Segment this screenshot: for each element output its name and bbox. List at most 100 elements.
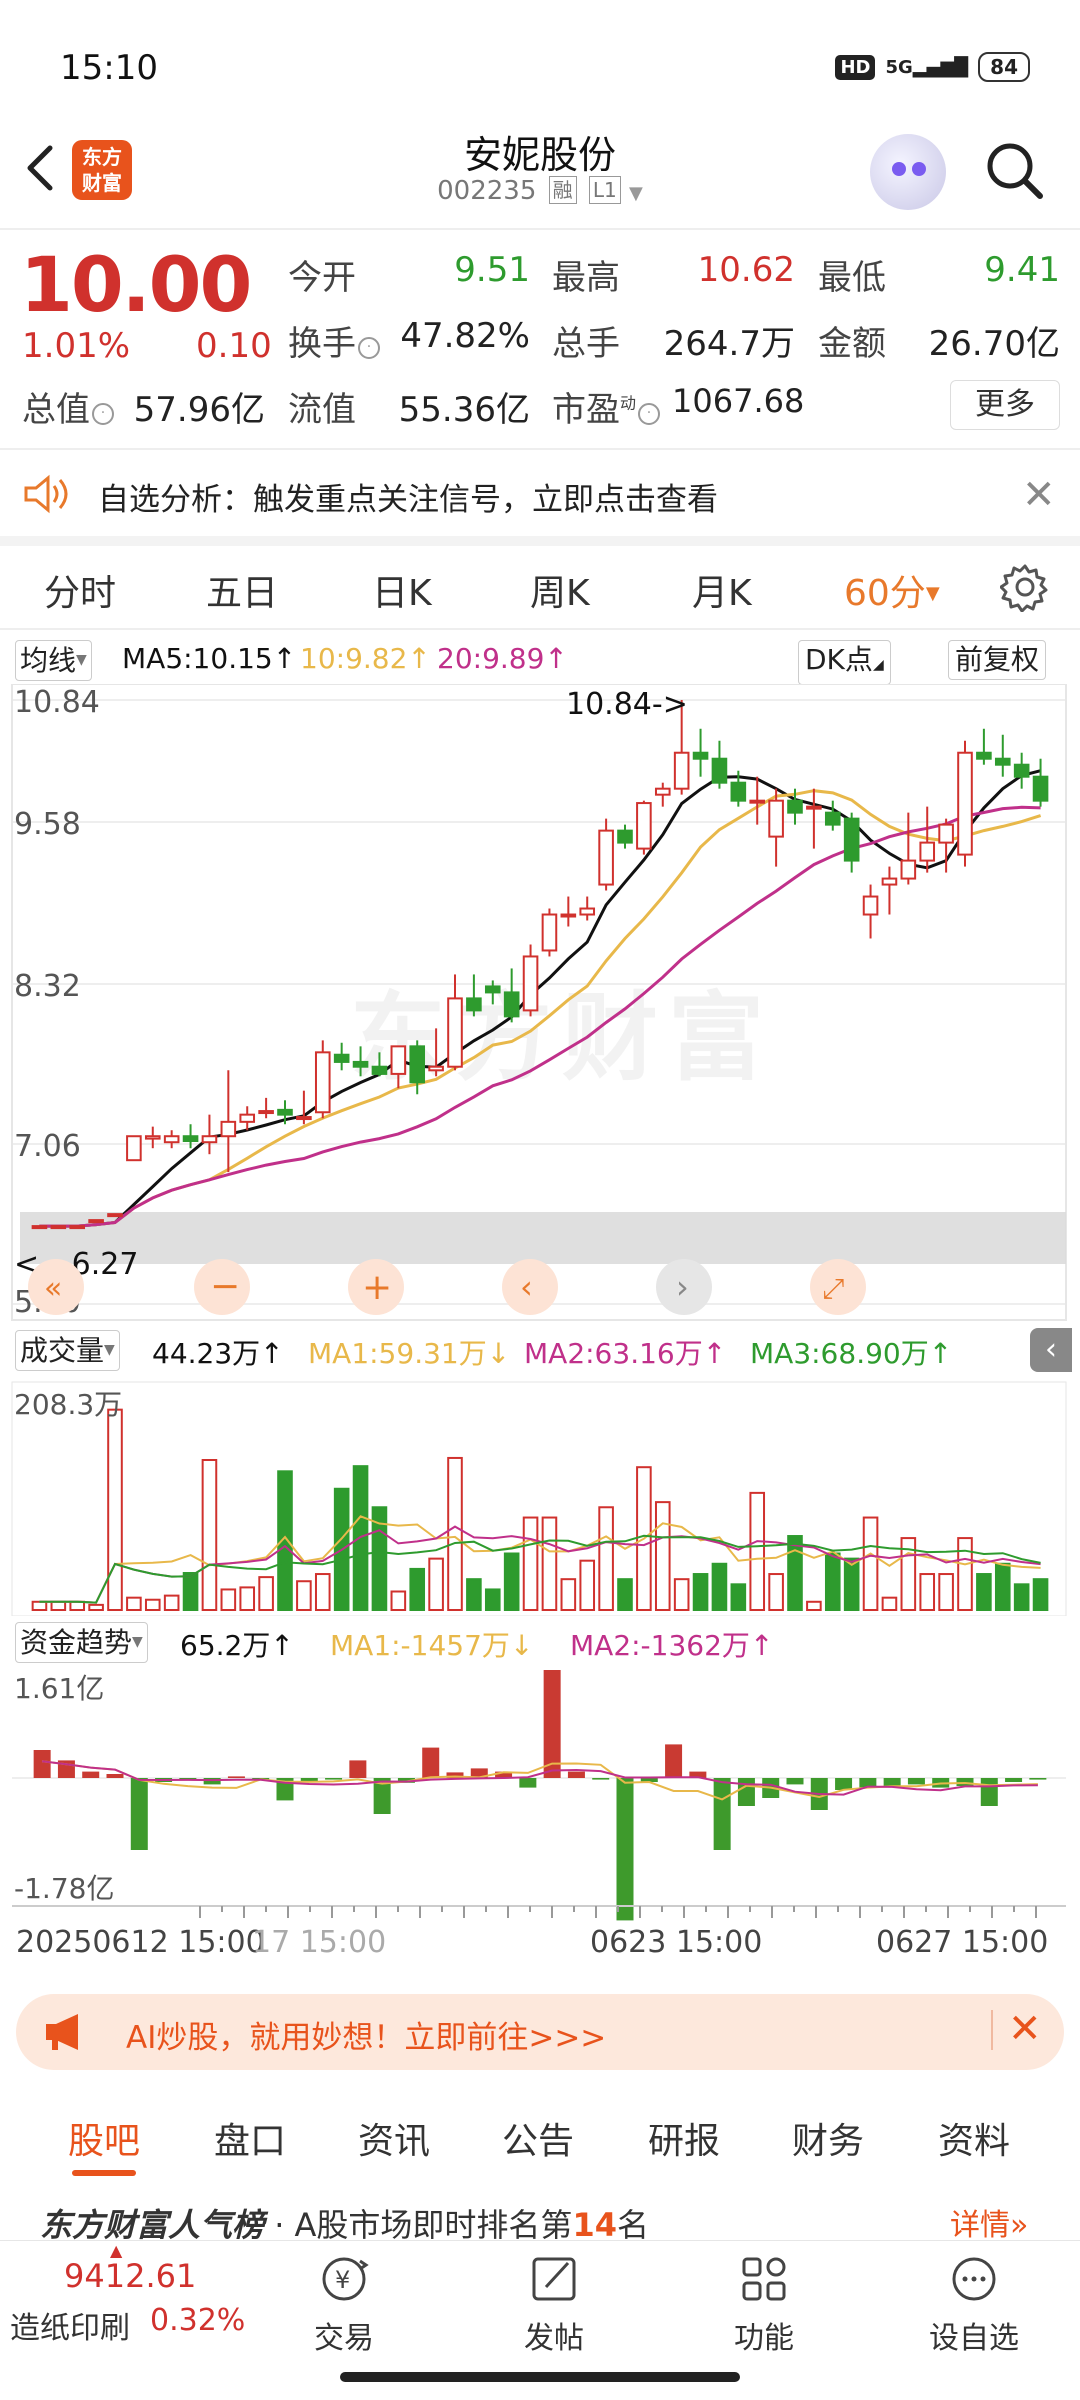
- fund-bar: [786, 1778, 804, 1785]
- ai-assistant-robot-icon[interactable]: [870, 134, 946, 210]
- megaphone-icon: [46, 2014, 78, 2050]
- svg-text:¥: ¥: [335, 2266, 350, 2294]
- open-value: 9.51: [454, 250, 530, 290]
- candle-body: [579, 907, 596, 916]
- rank-detail-link[interactable]: 详情»: [950, 2200, 1028, 2244]
- volume-bar: [824, 1552, 841, 1612]
- candle-body: [749, 799, 766, 804]
- period-tabs: 分时 五日 日K 周K 月K 60分▼: [0, 548, 1080, 628]
- candle-body: [957, 751, 973, 856]
- tab-monthly-k[interactable]: 月K: [692, 564, 752, 616]
- nav-watchlist-label: 设自选: [929, 2321, 1019, 2356]
- volume-bar: [182, 1572, 199, 1611]
- volume-bar: [50, 1600, 67, 1611]
- zoom-controls: « − + ‹ › ⤢: [28, 1259, 866, 1315]
- fund-ma2-text: MA2:-1362万: [570, 1629, 750, 1662]
- volume-label: 总手: [552, 324, 620, 364]
- fund-ma1: MA1:-1457万↓: [330, 1629, 534, 1662]
- divider: [0, 448, 1080, 450]
- fund-selector[interactable]: 资金趋势▼: [15, 1622, 148, 1663]
- volume-bar: [1032, 1578, 1049, 1611]
- close-icon[interactable]: ✕: [1008, 2006, 1042, 2052]
- collapse-panel-button[interactable]: ‹: [1030, 1328, 1072, 1372]
- x-label-mid: 0623 15:00: [590, 1925, 762, 1956]
- candle-body: [1032, 775, 1049, 802]
- volume-bar: [654, 1501, 671, 1611]
- ma5-line: [39, 769, 1041, 1228]
- candle-body: [163, 1135, 180, 1144]
- dk-label: DK点: [805, 643, 873, 676]
- tab-finance[interactable]: 财务: [792, 2112, 864, 2164]
- level-tag: L1: [588, 176, 621, 204]
- volume-chart[interactable]: 208.3万: [0, 1376, 1080, 1616]
- volume-bar: [126, 1596, 142, 1612]
- turnover-label[interactable]: 换手 ·: [288, 316, 380, 365]
- candle-body: [919, 841, 936, 862]
- info-icon: ·: [638, 403, 661, 425]
- ma-selector[interactable]: 均线▼: [15, 640, 92, 681]
- volume-selector[interactable]: 成交量▼: [15, 1330, 120, 1371]
- open-label: 今开: [288, 258, 356, 298]
- chevron-right-icon: ›: [676, 1268, 689, 1306]
- adjust-rights-button[interactable]: 前复权: [948, 640, 1047, 680]
- candle-body: [598, 829, 614, 886]
- ai-promo-banner[interactable]: AI炒股，就用妙想！立即前往>>> ✕: [16, 1994, 1064, 2070]
- fund-flow-chart[interactable]: 1.61亿 -1.78亿 20250612 15:00 17 15:00 062…: [0, 1666, 1080, 1956]
- more-button[interactable]: 更多: [950, 380, 1060, 430]
- candle-body: [201, 1135, 218, 1144]
- close-icon[interactable]: ✕: [1022, 472, 1056, 518]
- hd-icon: HD: [835, 54, 876, 80]
- search-button[interactable]: [980, 136, 1050, 206]
- ma10-value: 10:9.82↑: [300, 642, 431, 675]
- nav-watchlist-settings[interactable]: 设自选: [914, 2253, 1034, 2357]
- tab-daily-k[interactable]: 日K: [372, 564, 432, 616]
- fund-ma2: MA2:-1362万↑: [570, 1629, 774, 1662]
- tab-60min[interactable]: 60分▼: [844, 564, 940, 616]
- nav-functions[interactable]: 功能: [704, 2253, 824, 2357]
- candle-body: [1013, 763, 1030, 778]
- nav-post[interactable]: 发帖: [494, 2253, 614, 2357]
- candlestick-chart[interactable]: 10.84 9.58 8.32 7.06 5.80 10.84-> <---6.…: [0, 684, 1080, 1324]
- tab-weekly-k[interactable]: 周K: [530, 564, 590, 616]
- x-axis-ticks: [12, 1905, 1066, 1918]
- volume-selector-label: 成交量: [20, 1334, 105, 1367]
- volume-bars: [31, 1408, 1049, 1612]
- fund-bar: [422, 1747, 440, 1778]
- candle-body: [314, 1051, 331, 1114]
- rank-number: 14: [572, 2206, 617, 2244]
- fund-y-bottom: -1.78亿: [14, 1872, 114, 1905]
- volume-bar: [994, 1562, 1011, 1611]
- divider: [0, 228, 1080, 230]
- volume-bar: [296, 1580, 312, 1611]
- tab-profile[interactable]: 资料: [938, 2112, 1010, 2164]
- status-icons: HD 5G▂▄▆█ 84: [835, 52, 1030, 82]
- index-value: 9412.61: [64, 2257, 197, 2295]
- volume-bar: [806, 1600, 822, 1611]
- tab-news[interactable]: 资讯: [358, 2112, 430, 2164]
- volume-bar: [957, 1537, 973, 1611]
- amount-value: 26.70亿: [928, 324, 1060, 364]
- tab-guba[interactable]: 股吧: [68, 2112, 140, 2164]
- tab-five-day[interactable]: 五日: [206, 564, 278, 616]
- grid-apps-icon: [742, 2257, 786, 2301]
- volume-bar: [69, 1600, 86, 1611]
- settings-gear-icon[interactable]: [1000, 562, 1050, 612]
- x-label-start: 20250612 15:00: [16, 1925, 265, 1956]
- alert-bar[interactable]: 自选分析：触发重点关注信号，立即点击查看 ✕: [0, 452, 1080, 536]
- candle-body: [277, 1108, 293, 1116]
- candle-body: [692, 751, 709, 760]
- dk-point-button[interactable]: DK点◢: [798, 640, 891, 685]
- volume-bar: [862, 1516, 879, 1611]
- candles: [31, 700, 1049, 1230]
- tab-research[interactable]: 研报: [648, 2112, 720, 2164]
- tab-intraday[interactable]: 分时: [44, 564, 116, 616]
- candle-body: [466, 997, 482, 1012]
- pe-label[interactable]: 市盈动·: [552, 382, 661, 431]
- tab-pankou[interactable]: 盘口: [214, 2112, 286, 2164]
- tab-announcements[interactable]: 公告: [502, 2112, 574, 2164]
- change-percent: 1.01%: [22, 326, 131, 366]
- mktcap-label[interactable]: 总值 ·: [22, 382, 114, 431]
- nav-trade[interactable]: ¥ 交易: [284, 2253, 404, 2357]
- change-amount: 0.10: [196, 326, 272, 366]
- volume-legend: 成交量▼ 44.23万↑ MA1:59.31万↓ MA2:63.16万↑ MA3…: [0, 1328, 1080, 1372]
